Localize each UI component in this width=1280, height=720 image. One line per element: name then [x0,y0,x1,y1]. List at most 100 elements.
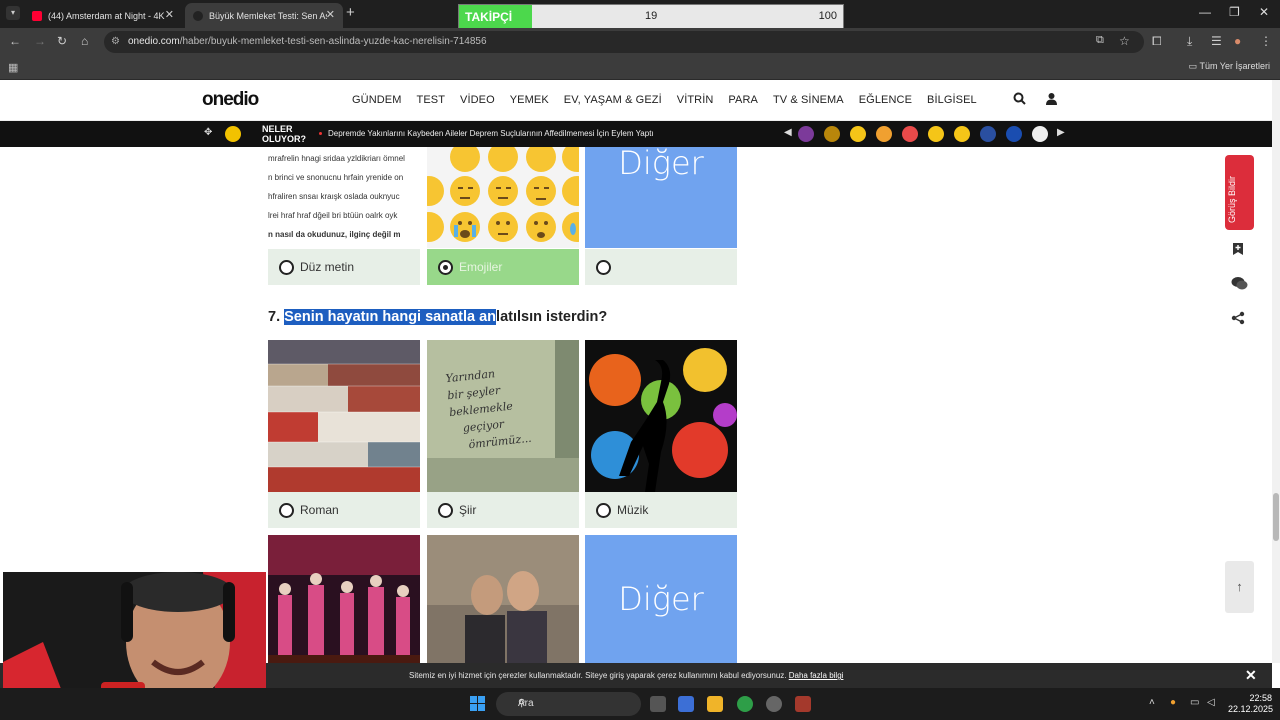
menu-item-video[interactable]: VİDEO [460,94,495,106]
bookmark-add-icon[interactable] [1231,242,1245,259]
next-arrow-icon[interactable]: ▶ [1057,127,1065,138]
chrome-icon[interactable] [737,696,753,712]
story-icon[interactable] [798,126,814,142]
address-bar[interactable]: ⚙ onedio.com/haber/buyuk-memleket-testi-… [104,31,1144,53]
menu-item-test[interactable]: TEST [417,94,446,106]
menu-item-yemek[interactable]: YEMEK [510,94,549,106]
onedio-logo[interactable]: onedio [202,89,259,111]
emoji-icon[interactable] [850,126,866,142]
option-emojiler[interactable]: Emojiler [427,249,579,285]
apps-grid-icon[interactable]: ▦ [8,61,18,74]
forward-icon[interactable]: → [34,34,46,48]
categories-grid-icon[interactable]: ✥ [204,127,212,138]
user-icon[interactable] [1045,92,1058,108]
volume-icon[interactable]: ◁ [1207,697,1215,708]
menu-item-gundem[interactable]: GÜNDEM [352,94,402,106]
menu-item-tv-sinema[interactable]: TV & SİNEMA [773,94,844,106]
radio-button[interactable] [596,503,611,518]
close-tab-icon[interactable]: ✕ [326,8,335,21]
profile-avatar-icon[interactable]: ● [1234,34,1241,48]
new-tab-icon[interactable]: + [346,4,355,21]
menu-icon[interactable]: ⋮ [1260,34,1272,48]
winrar-icon[interactable] [795,696,811,712]
tab-search-icon[interactable]: ▾ [6,6,20,20]
wall-poem-image[interactable]: Yarından bir şeyler beklemekle geçiyor ö… [427,340,579,492]
store-icon[interactable] [678,696,694,712]
story-icon[interactable] [1006,126,1022,142]
option-roman[interactable]: Roman [268,492,420,528]
tab-onedio[interactable]: Büyük Memleket Testi: Sen Aslı ✕ [185,3,343,28]
back-icon[interactable]: ← [9,34,21,48]
microphone-icon[interactable]: ● [1170,697,1176,708]
taskbar-search[interactable]: ⚲ Ara [496,692,641,716]
download-icon[interactable]: ⤓ [1187,34,1192,49]
radio-button[interactable] [279,260,294,275]
cookie-close-icon[interactable]: ✕ [1245,667,1257,684]
bookmark-star-icon[interactable]: ☆ [1119,34,1130,48]
emoji-icon[interactable] [876,126,892,142]
windows-start-icon[interactable] [470,696,486,712]
all-bookmarks[interactable]: ▭ Tüm Yer İşaretleri [1189,61,1270,72]
reading-list-icon[interactable]: ☰ [1211,34,1222,48]
scrambled-text-image[interactable]: mrafrelin hnagi sridaa yzldikriarı ömnel… [268,147,420,248]
cookie-more-link[interactable]: Daha fazla bilgi [789,671,844,680]
scroll-to-top-button[interactable]: ↑ [1225,561,1254,613]
page-scrollbar[interactable] [1272,80,1280,663]
other-option-image[interactable]: Diğer [585,147,737,248]
books-image[interactable] [268,340,420,492]
scrambled-line: n nasıl da okudunuz, ilginç değil m [268,230,401,239]
reload-icon[interactable]: ↻ [57,34,67,48]
feedback-button[interactable]: Görüş Bildir [1225,155,1254,230]
story-icon[interactable] [1032,126,1048,142]
radio-button[interactable] [596,260,611,275]
network-icon[interactable]: ▭ [1190,697,1199,708]
site-info-icon[interactable]: ⚙ [111,36,120,47]
tab-youtube[interactable]: (44) Amsterdam at Night - 4K W ✕ [24,3,182,28]
file-explorer-icon[interactable] [707,696,723,712]
home-icon[interactable]: ⌂ [81,34,88,48]
radio-button[interactable] [438,503,453,518]
browser-tab-bar: ▾ (44) Amsterdam at Night - 4K W ✕ Büyük… [0,0,1280,29]
theater-image[interactable] [268,535,420,663]
option-diger[interactable] [585,249,737,285]
window-close-icon[interactable]: ✕ [1259,5,1269,19]
tray-chevron-icon[interactable]: ˄ [1149,697,1155,708]
restore-icon[interactable]: ❐ [1229,5,1240,19]
story-icon[interactable] [980,126,996,142]
emoji-icon[interactable] [902,126,918,142]
news-headline[interactable]: Depremde Yakınlarını Kaybeden Aileler De… [328,129,654,138]
follower-goal-label: TAKİPÇİ [465,10,513,24]
install-icon[interactable]: ⧉ [1096,34,1104,47]
menu-item-bilgisel[interactable]: BİLGİSEL [927,94,977,106]
share-icon[interactable] [1231,311,1245,328]
system-clock[interactable]: 22:58 22.12.2025 [1228,693,1273,715]
radio-button-selected[interactable] [438,260,453,275]
extensions-icon[interactable]: ⧠ [1152,34,1162,49]
scrollbar-thumb[interactable] [1273,493,1279,541]
other-option-image[interactable]: Diğer [585,535,737,663]
comments-icon[interactable] [1231,276,1248,294]
option-duz-metin[interactable]: Düz metin [268,249,420,285]
menu-item-vitrin[interactable]: VİTRİN [677,94,714,106]
prev-arrow-icon[interactable]: ◀ [784,127,792,138]
option-muzik[interactable]: Müzik [585,492,737,528]
search-icon[interactable] [1013,92,1026,108]
scrambled-line: mrafrelin hnagi sridaa yzldikriarı ömnel [268,154,405,163]
emoji-icon[interactable] [928,126,944,142]
story-icon[interactable] [824,126,840,142]
emoji-collage-image[interactable] [427,147,579,248]
movie-scene-image[interactable] [427,535,579,663]
close-tab-icon[interactable]: ✕ [165,8,174,21]
tv-badge-icon[interactable] [225,126,241,142]
emoji-icon[interactable] [954,126,970,142]
music-art-image[interactable] [585,340,737,492]
menu-item-eglence[interactable]: EĞLENCE [859,94,912,106]
menu-item-ev-yasam-gezi[interactable]: EV, YAŞAM & GEZİ [564,94,662,106]
task-view-icon[interactable] [650,696,666,712]
menu-item-para[interactable]: PARA [728,94,758,106]
radio-button[interactable] [279,503,294,518]
youtube-icon [32,10,42,21]
minimize-icon[interactable]: — [1199,5,1211,19]
obs-icon[interactable] [766,696,782,712]
option-siir[interactable]: Şiir [427,492,579,528]
